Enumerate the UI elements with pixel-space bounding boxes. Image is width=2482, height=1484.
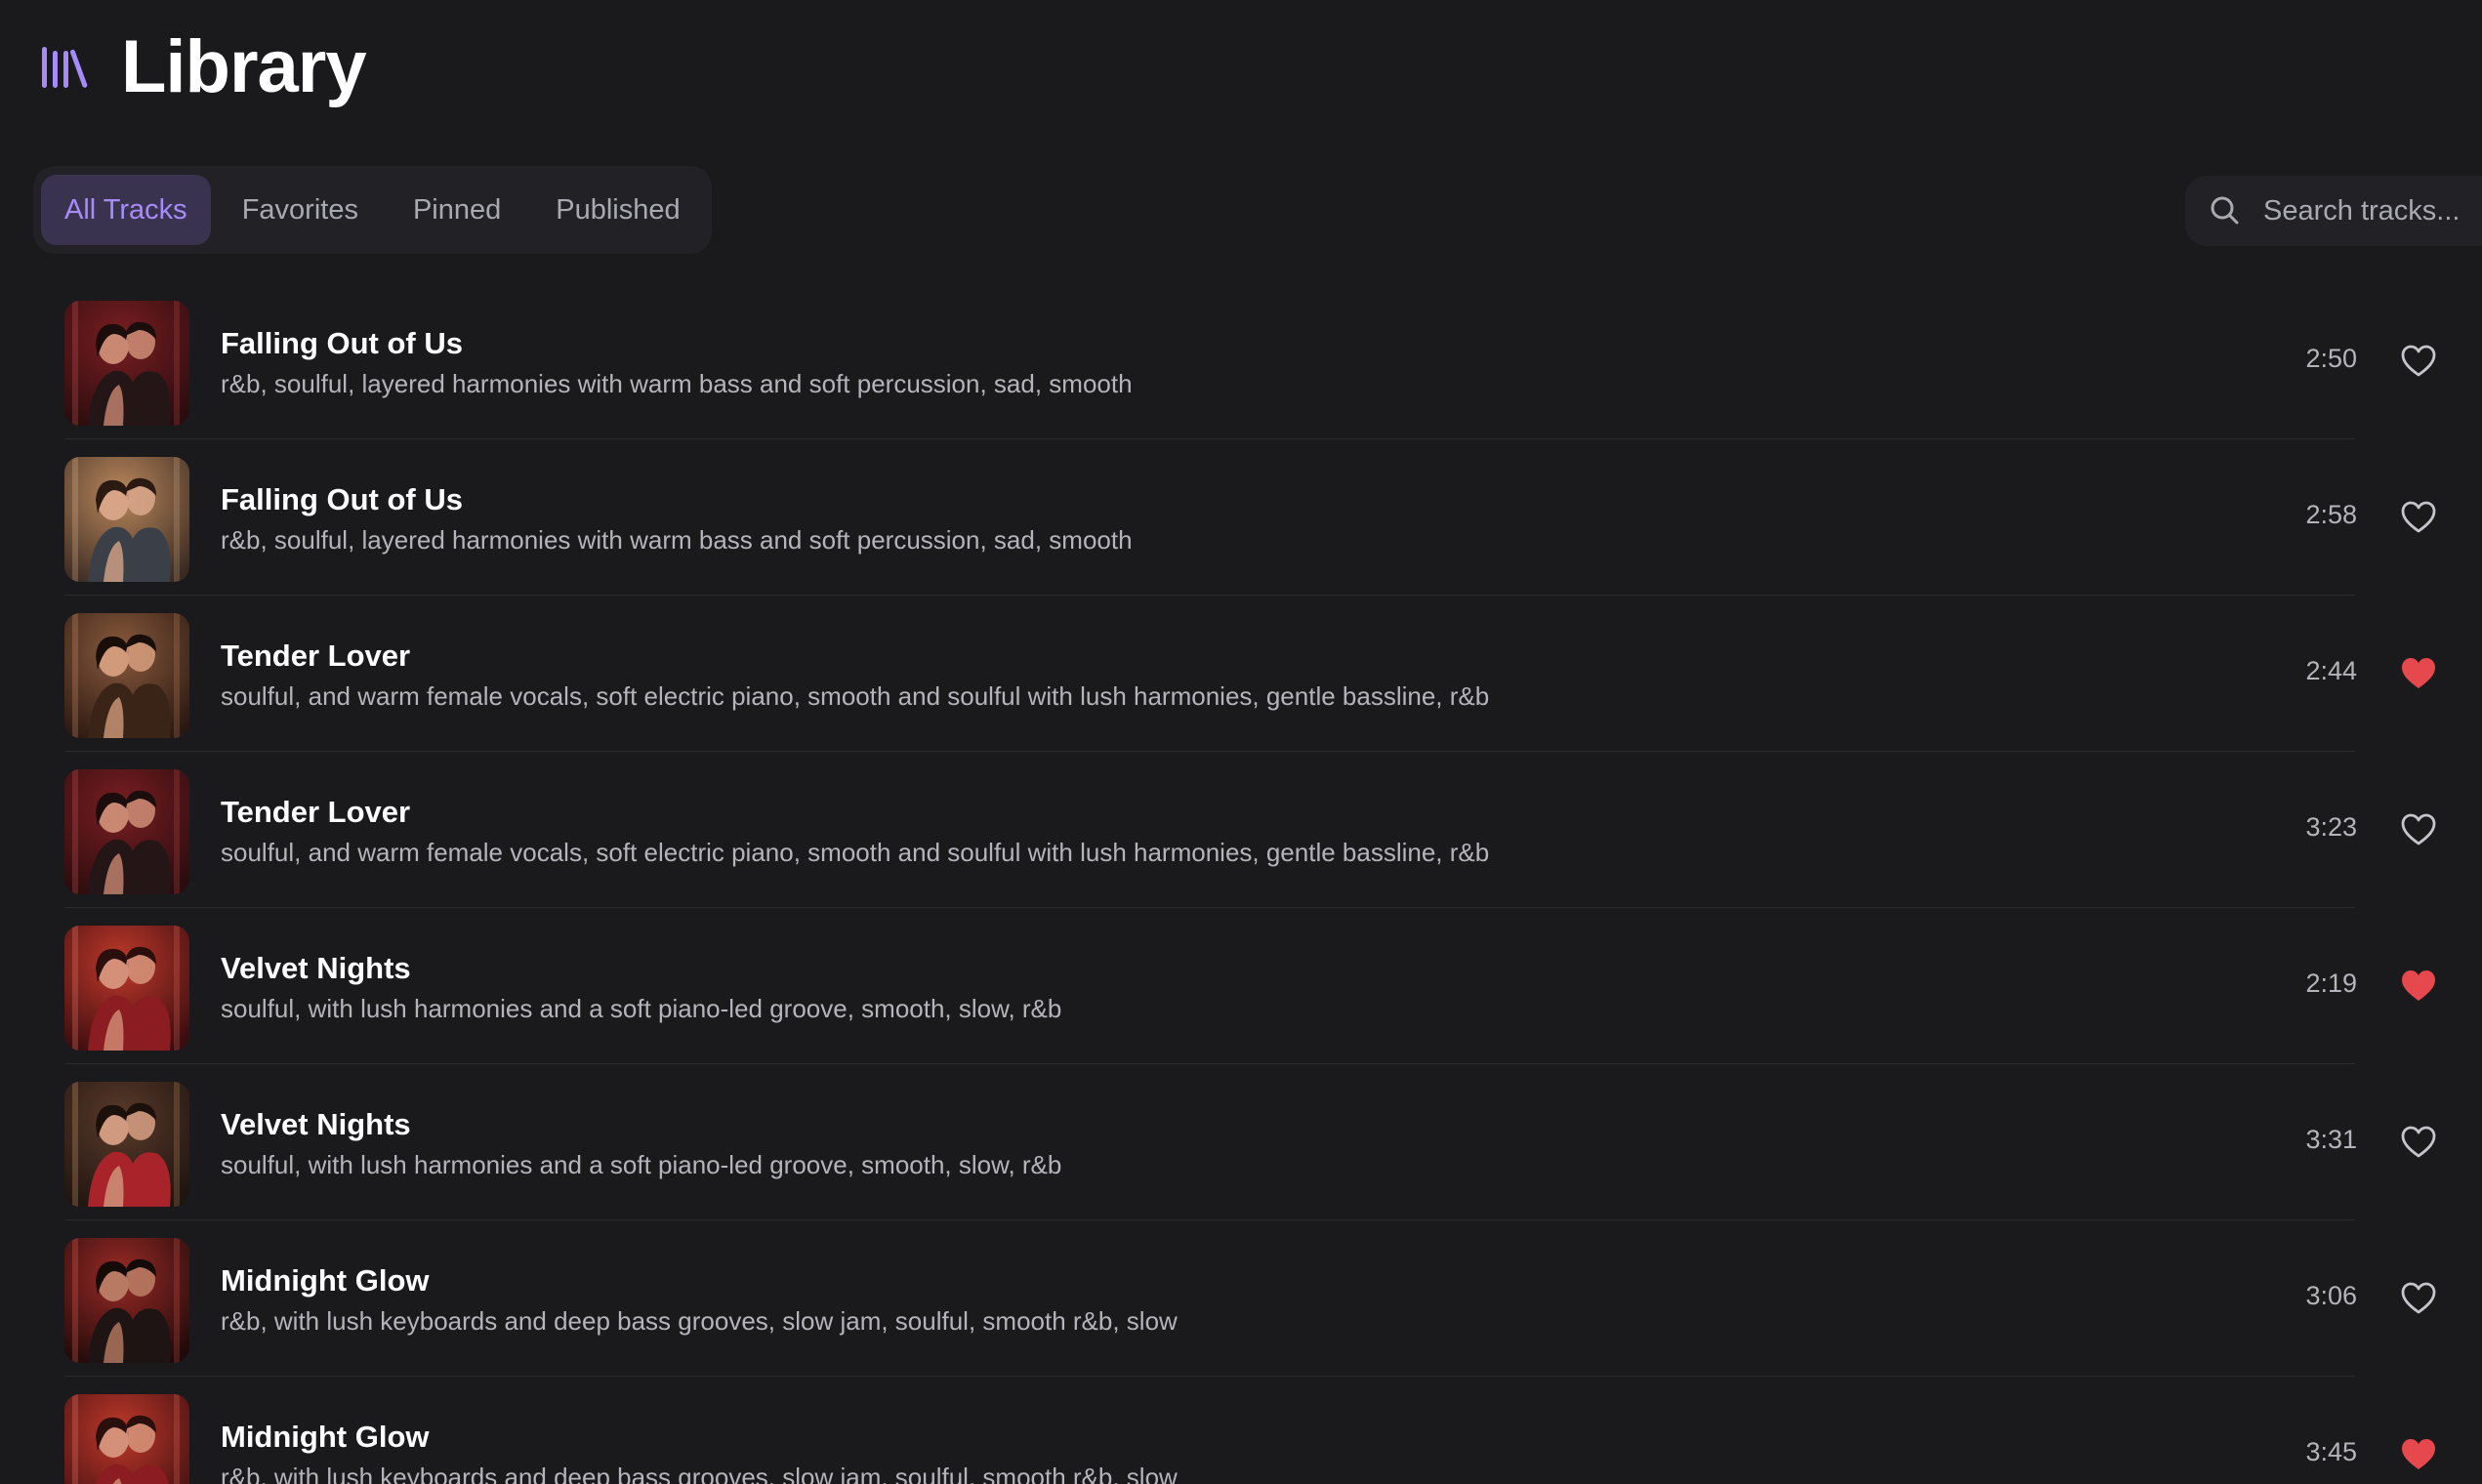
track-title[interactable]: Velvet Nights [221,1107,411,1142]
track-list: Falling Out of Us r&b, soulful, layered h… [0,283,2482,1484]
track-cover-image[interactable] [64,1238,189,1363]
track-row[interactable]: Midnight Glow r&b, with lush keyboards an… [0,1377,2482,1484]
tab-published[interactable]: Published [532,175,703,245]
track-title[interactable]: Falling Out of Us [221,482,463,517]
heart-outline-icon[interactable] [2400,812,2437,847]
search-box[interactable] [2185,176,2482,246]
track-description: soulful, with lush harmonies and a soft … [221,994,1062,1023]
library-page: Library All Tracks Favorites Pinned Publ… [0,0,2482,1484]
track-title[interactable]: Tender Lover [221,795,410,830]
tab-favorites[interactable]: Favorites [219,175,382,245]
track-description: r&b, with lush keyboards and deep bass g… [221,1306,1178,1336]
track-cover-image[interactable] [64,1394,189,1484]
track-duration: 3:31 [2305,1125,2357,1154]
track-title[interactable]: Midnight Glow [221,1420,430,1455]
track-cover-image[interactable] [64,926,189,1051]
track-description: soulful, and warm female vocals, soft el… [221,681,1490,711]
track-description: r&b, with lush keyboards and deep bass g… [221,1463,1178,1484]
track-row[interactable]: Velvet Nights soulful, with lush harmonie… [0,1064,2482,1220]
heart-filled-icon[interactable] [2400,1437,2437,1472]
library-icon [39,41,90,92]
track-cover-image[interactable] [64,769,189,894]
track-duration: 3:06 [2305,1281,2357,1310]
track-duration: 2:44 [2305,656,2357,685]
track-duration: 3:23 [2305,812,2357,842]
track-cover-image[interactable] [64,457,189,582]
track-duration: 2:19 [2305,969,2357,998]
heart-outline-icon[interactable] [2400,1125,2437,1160]
track-row[interactable]: Falling Out of Us r&b, soulful, layered h… [0,439,2482,596]
page-header: Library [39,21,367,111]
track-duration: 2:50 [2305,344,2357,373]
track-description: r&b, soulful, layered harmonies with war… [221,369,1133,398]
track-description: r&b, soulful, layered harmonies with war… [221,525,1133,555]
filter-tabs: All Tracks Favorites Pinned Published [33,166,712,254]
search-icon [2209,194,2242,227]
heart-outline-icon[interactable] [2400,1281,2437,1316]
search-input[interactable] [2263,194,2482,227]
heart-filled-icon[interactable] [2400,656,2437,691]
track-duration: 3:45 [2305,1437,2357,1466]
track-row[interactable]: Falling Out of Us r&b, soulful, layered h… [0,283,2482,439]
track-title[interactable]: Tender Lover [221,639,410,674]
track-description: soulful, and warm female vocals, soft el… [221,838,1490,867]
track-row[interactable]: Tender Lover soulful, and warm female voc… [0,596,2482,752]
track-row[interactable]: Tender Lover soulful, and warm female voc… [0,752,2482,908]
track-cover-image[interactable] [64,301,189,426]
tab-all-tracks[interactable]: All Tracks [41,175,211,245]
track-title[interactable]: Falling Out of Us [221,326,463,361]
track-cover-image[interactable] [64,613,189,738]
track-description: soulful, with lush harmonies and a soft … [221,1150,1062,1179]
tab-pinned[interactable]: Pinned [390,175,524,245]
heart-outline-icon[interactable] [2400,500,2437,535]
page-title: Library [121,24,367,108]
track-title[interactable]: Velvet Nights [221,951,411,986]
heart-outline-icon[interactable] [2400,344,2437,379]
track-title[interactable]: Midnight Glow [221,1263,430,1298]
track-row[interactable]: Velvet Nights soulful, with lush harmonie… [0,908,2482,1064]
track-duration: 2:58 [2305,500,2357,529]
track-row[interactable]: Midnight Glow r&b, with lush keyboards an… [0,1220,2482,1377]
heart-filled-icon[interactable] [2400,969,2437,1004]
track-cover-image[interactable] [64,1082,189,1207]
